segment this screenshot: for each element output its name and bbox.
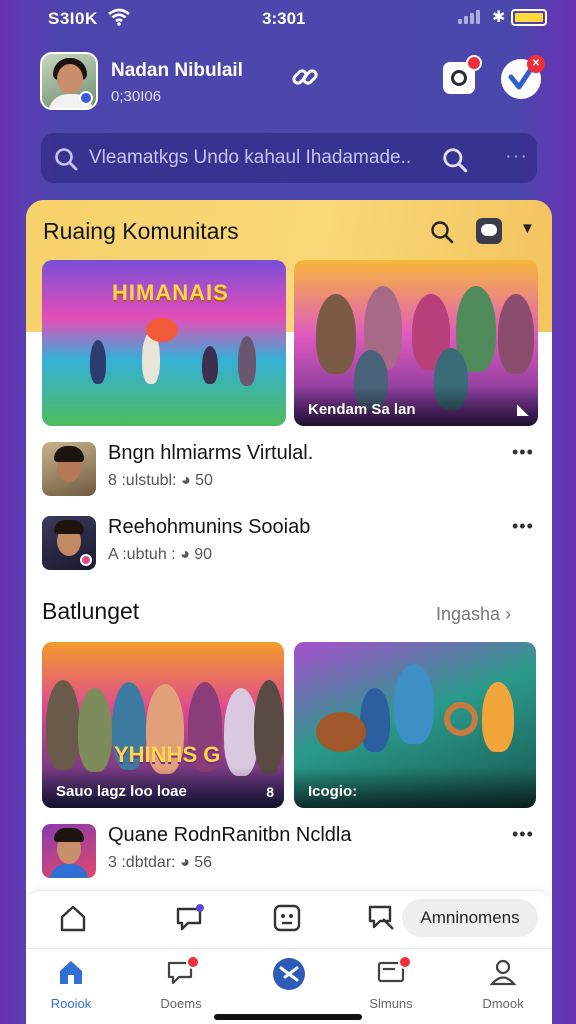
figure (482, 682, 514, 752)
event-tile[interactable]: YHINHS G Sauo lagz loo loae 8 (42, 642, 284, 808)
more-options-icon[interactable]: ••• (512, 824, 534, 845)
community-card: Ruaing Komunitars ▼ HIMANAIS Kendam Sa l… (26, 200, 552, 1024)
members-icon: ◕ (180, 546, 190, 563)
section-title: Ruaing Komunitars (43, 218, 239, 244)
list-item-meta: 3 :dbtdar: ◕ 56 (108, 854, 212, 871)
search-input[interactable]: Vleamatkgs Undo kahaul Ihadamade.. (89, 147, 411, 169)
figure (498, 294, 534, 374)
profile-icon (489, 959, 517, 986)
search-bar[interactable]: Vleamatkgs Undo kahaul Ihadamade.. ··· (40, 132, 538, 184)
section-title: Batlunget (42, 598, 140, 624)
search-icon[interactable] (429, 219, 455, 250)
battery-icon (511, 9, 547, 26)
guitar (316, 712, 366, 752)
community-tile[interactable]: Kendam Sa lan ◣ (294, 260, 538, 426)
notification-badge (466, 55, 482, 71)
edit-icon[interactable] (366, 903, 396, 938)
center-logo-icon (273, 958, 305, 990)
tab-profile[interactable]: Dmook (458, 957, 548, 1011)
list-item[interactable]: Quane RodnRanitbn Ncldla 3 :dbtdar: ◕ 56… (42, 822, 536, 878)
more-icon[interactable]: ··· (505, 145, 528, 168)
ring (444, 702, 478, 736)
bluetooth-icon: ✱ (492, 9, 506, 26)
members-icon: ◕ (180, 472, 191, 489)
avatar (42, 516, 96, 570)
quick-actions-bar: Amninomens (26, 890, 552, 946)
figure (360, 688, 390, 752)
list-item-title: Reehohmunins Sooiab (108, 516, 311, 538)
chat-icon[interactable] (174, 903, 206, 938)
list-item-title: Quane RodnRanitbn Ncldla (108, 824, 352, 846)
list-item[interactable]: Bngn hlmiarms Virtulal. 8 :ulstubl: ◕ 50… (42, 440, 536, 496)
profile-header: Nadan Nibulail 0;30I06 ✕ (40, 50, 546, 114)
avatar[interactable] (40, 52, 98, 110)
tab-messages[interactable]: Slmuns (346, 955, 436, 1011)
chevron-right-icon: › (505, 604, 512, 624)
event-tile[interactable]: Icogio: (294, 642, 536, 808)
wifi-icon (108, 8, 130, 31)
tile-caption: Kendam Sa lan (308, 401, 416, 418)
figure (78, 688, 112, 772)
figure (316, 294, 356, 374)
heart-balloon (146, 318, 178, 342)
avatar (42, 442, 96, 496)
home-icon[interactable] (58, 903, 88, 938)
gallery-icon[interactable] (272, 903, 302, 938)
list-item-meta: 8 :ulstubl: ◕ 50 (108, 472, 213, 489)
chat-icon[interactable] (476, 218, 502, 244)
figure (238, 336, 256, 386)
notification-badge: ✕ (527, 55, 545, 73)
see-all-link[interactable]: Ingasha › (436, 604, 511, 625)
tile-banner: YHINHS G (114, 742, 221, 767)
tile-count: 8 (266, 784, 274, 800)
signal-icon (458, 10, 480, 24)
tab-label: Slmuns (369, 996, 413, 1011)
tile-caption: Sauo lagz loo loae (56, 783, 187, 800)
members-icon: ◕ (180, 854, 190, 871)
verified-button[interactable]: ✕ (501, 55, 545, 99)
home-icon (60, 961, 82, 984)
more-options-icon[interactable]: ••• (512, 442, 534, 463)
tab-label: Rooiok (50, 996, 92, 1011)
home-indicator (214, 1014, 362, 1020)
tab-home[interactable]: Rooiok (26, 957, 116, 1011)
expand-icon[interactable]: ◣ (517, 401, 528, 418)
camera-icon (451, 70, 467, 86)
status-time: 3:301 (262, 9, 306, 28)
profile-name: Nadan Nibulail (111, 60, 243, 81)
tab-center[interactable] (244, 957, 334, 1000)
more-options-icon[interactable]: ••• (512, 516, 534, 537)
figure (202, 346, 218, 384)
chevron-down-icon[interactable]: ▼ (520, 220, 535, 237)
avatar (42, 824, 96, 878)
list-item-meta: A :ubtuh : ◕ 90 (108, 546, 212, 563)
tab-label: Dmook (482, 996, 524, 1011)
carrier-label: S3I0K (48, 9, 98, 28)
community-tile[interactable]: HIMANAIS (42, 260, 286, 426)
notification-badge (398, 955, 412, 969)
link-icon[interactable] (290, 62, 320, 97)
tile-banner: HIMANAIS (112, 280, 229, 305)
figure (224, 688, 258, 776)
tab-bar: Rooiok Doems Slmuns Dmook (26, 948, 552, 1024)
camera-button[interactable] (443, 55, 482, 94)
figure (46, 680, 80, 770)
tab-chats[interactable]: Doems (136, 955, 226, 1011)
search-submit-icon[interactable] (441, 146, 469, 179)
tile-caption: Icogio: (308, 783, 358, 800)
notification-badge (186, 955, 200, 969)
profile-handle: 0;30I06 (111, 88, 162, 105)
status-bar: S3I0K 3:301 ✱ (0, 0, 576, 36)
tab-label: Doems (160, 996, 202, 1011)
figure (254, 680, 284, 774)
search-icon (53, 146, 79, 177)
figure (394, 664, 434, 744)
list-item-title: Bngn hlmiarms Virtulal. (108, 442, 314, 464)
figure (90, 340, 106, 384)
list-item[interactable]: Reehohmunins Sooiab A :ubtuh : ◕ 90 ••• (42, 514, 536, 570)
announcements-button[interactable]: Amninomens (402, 899, 538, 937)
